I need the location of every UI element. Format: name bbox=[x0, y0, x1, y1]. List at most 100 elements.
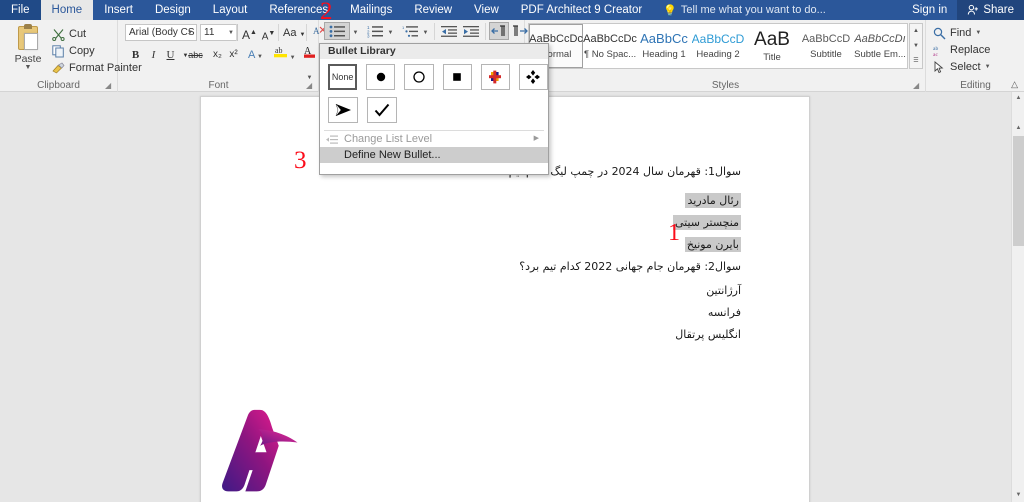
collapse-ribbon-icon[interactable]: △ bbox=[1011, 79, 1018, 90]
superscript-button[interactable]: x² bbox=[225, 46, 242, 64]
style-subtitle[interactable]: AaBbCcD Subtitle bbox=[799, 24, 853, 68]
scroll-down-icon[interactable]: ▼ bbox=[1012, 489, 1024, 502]
style-title-name: Title bbox=[763, 51, 781, 63]
multilevel-list-button[interactable]: 1 bbox=[399, 22, 421, 40]
numbering-button[interactable]: 1 2 3 bbox=[364, 22, 386, 40]
brand-logo bbox=[222, 409, 298, 492]
grow-font-button[interactable]: A▲ bbox=[241, 24, 258, 42]
font-size-combobox[interactable]: 11 ▼ bbox=[200, 24, 238, 41]
sign-in-label: Sign in bbox=[912, 4, 948, 16]
underline-label: U bbox=[166, 49, 175, 61]
styles-scroll-up-icon[interactable]: ▲ bbox=[913, 24, 919, 39]
clipboard-group-label: Clipboard bbox=[37, 80, 80, 91]
text-highlight-button[interactable]: ab ▼ bbox=[274, 44, 296, 62]
tab-home-label: Home bbox=[51, 4, 83, 16]
style-no-spacing-name: ¶ No Spac... bbox=[584, 49, 636, 60]
bullet-library-dropdown[interactable]: Bullet Library None Change List Level ▶ … bbox=[319, 43, 549, 175]
doc-line-question-2[interactable]: سوال2: قهرمان جام جهانی 2022 کدام تیم بر… bbox=[519, 260, 741, 273]
clipboard-dialog-launcher[interactable]: ◢ bbox=[105, 81, 114, 90]
copy-icon bbox=[52, 44, 65, 58]
tab-layout[interactable]: Layout bbox=[202, 0, 259, 20]
bold-label: B bbox=[131, 49, 140, 61]
sign-in-button[interactable]: Sign in bbox=[902, 0, 957, 20]
doc-line-answer-1c[interactable]: بایرن مونیخ bbox=[684, 237, 741, 252]
bullet-option-four-diamonds[interactable] bbox=[518, 64, 548, 90]
bullet-option-filled-circle[interactable] bbox=[366, 64, 396, 90]
tab-home[interactable]: Home bbox=[40, 0, 94, 20]
ribbon-group-styles: AaBbCcDc Normal AaBbCcDc ¶ No Spac... Aa… bbox=[526, 20, 926, 92]
styles-gallery-scroll[interactable]: ▲ ▼ ☰ bbox=[909, 23, 923, 69]
find-button[interactable]: Find ▼ bbox=[933, 25, 981, 41]
increase-indent-button[interactable] bbox=[461, 22, 481, 40]
strikethrough-button[interactable]: abc bbox=[187, 46, 204, 64]
tab-view[interactable]: View bbox=[463, 0, 510, 20]
styles-dialog-launcher[interactable]: ◢ bbox=[913, 81, 922, 90]
subscript-button[interactable]: x₂ bbox=[209, 46, 226, 64]
bullet-option-pinwheel[interactable] bbox=[480, 64, 510, 90]
bullet-option-none[interactable]: None bbox=[328, 64, 358, 90]
vertical-scrollbar[interactable]: ▲ ▲ ▼ bbox=[1011, 92, 1024, 502]
tab-layout-label: Layout bbox=[212, 4, 248, 16]
font-name-combobox[interactable]: Arial (Body CS ▼ bbox=[125, 24, 197, 41]
font-name-caret[interactable]: ▼ bbox=[187, 30, 193, 36]
bullet-option-hollow-circle[interactable] bbox=[404, 64, 434, 90]
cursor-select-icon bbox=[933, 60, 946, 74]
doc-line-answer-2a[interactable]: آرژانتین bbox=[706, 284, 741, 297]
select-button[interactable]: Select ▼ bbox=[933, 59, 991, 75]
numbering-dropdown-caret[interactable]: ▼ bbox=[386, 24, 395, 42]
tab-review[interactable]: Review bbox=[403, 0, 463, 20]
replace-button[interactable]: ab ac Replace bbox=[933, 42, 990, 58]
tell-me-label: Tell me what you want to do... bbox=[680, 4, 826, 16]
change-list-level-menuitem[interactable]: Change List Level ▶ bbox=[320, 131, 548, 147]
tab-pdf-architect-9-creator[interactable]: PDF Architect 9 Creator bbox=[510, 0, 653, 20]
styles-gallery[interactable]: AaBbCcDc Normal AaBbCcDc ¶ No Spac... Aa… bbox=[528, 23, 908, 69]
multilevel-dropdown-caret[interactable]: ▼ bbox=[421, 24, 430, 42]
bold-button[interactable]: B bbox=[127, 46, 144, 64]
decrease-indent-button[interactable] bbox=[439, 22, 459, 40]
tab-insert[interactable]: Insert bbox=[93, 0, 144, 20]
bullet-option-arrow-head[interactable] bbox=[328, 97, 358, 123]
shrink-font-button[interactable]: A▼ bbox=[260, 25, 277, 43]
style-title[interactable]: AaB Title bbox=[745, 24, 799, 68]
annotation-3: 3 bbox=[294, 148, 307, 173]
right-to-left-button[interactable] bbox=[489, 22, 509, 40]
scroll-up-icon[interactable]: ▲ bbox=[1012, 122, 1024, 135]
cut-button[interactable]: Cut bbox=[52, 26, 86, 42]
text-effects-button[interactable]: A ▼ bbox=[247, 46, 264, 64]
change-case-button[interactable]: Aa ▼ bbox=[283, 24, 305, 42]
share-button[interactable]: Share bbox=[957, 0, 1024, 20]
paste-dropdown-caret[interactable]: ▼ bbox=[8, 64, 48, 71]
font-size-caret[interactable]: ▼ bbox=[228, 30, 234, 36]
paste-button[interactable]: Paste ▼ bbox=[8, 24, 48, 76]
font-color-button[interactable]: A ▼ bbox=[301, 44, 318, 81]
define-new-bullet-menuitem[interactable]: Define New Bullet... bbox=[320, 147, 548, 163]
tell-me-search[interactable]: 💡 Tell me what you want to do... bbox=[653, 0, 836, 20]
style-heading-2[interactable]: AaBbCcD Heading 2 bbox=[691, 24, 745, 68]
style-no-spacing[interactable]: AaBbCcDc ¶ No Spac... bbox=[583, 24, 637, 68]
styles-more-icon[interactable]: ☰ bbox=[913, 54, 918, 69]
style-subtle-emphasis[interactable]: AaBbCcDı Subtle Em... bbox=[853, 24, 907, 68]
bullet-option-check-mark[interactable] bbox=[367, 97, 397, 123]
filled-circle-icon bbox=[376, 72, 385, 82]
style-heading-1[interactable]: AaBbCc Heading 1 bbox=[637, 24, 691, 68]
italic-button[interactable]: I bbox=[145, 46, 162, 64]
paintbrush-icon bbox=[52, 62, 65, 75]
font-dialog-launcher[interactable]: ◢ bbox=[306, 81, 315, 90]
styles-scroll-down-icon[interactable]: ▼ bbox=[913, 39, 919, 54]
scrollbar-thumb[interactable] bbox=[1013, 136, 1024, 246]
style-subtle-emphasis-name: Subtle Em... bbox=[854, 49, 906, 60]
doc-line-answer-1a[interactable]: رئال مادرید bbox=[685, 193, 741, 208]
tab-design[interactable]: Design bbox=[144, 0, 202, 20]
svg-text:ac: ac bbox=[933, 52, 938, 57]
doc-line-answer-1b[interactable]: منچستر سیتی bbox=[672, 215, 741, 230]
doc-line-answer-2c[interactable]: انگلیس پرتقال bbox=[675, 328, 741, 341]
copy-button[interactable]: Copy bbox=[52, 43, 95, 59]
bullets-dropdown-caret[interactable]: ▼ bbox=[351, 24, 360, 42]
doc-line-answer-2b[interactable]: فرانسه bbox=[708, 306, 741, 319]
tab-mailings[interactable]: Mailings bbox=[339, 0, 403, 20]
tab-file[interactable]: File bbox=[0, 0, 41, 20]
style-heading-1-name: Heading 1 bbox=[642, 49, 686, 60]
replace-label: Replace bbox=[950, 44, 991, 56]
bullet-option-filled-square[interactable] bbox=[442, 64, 472, 90]
scroll-top-icon[interactable]: ▲ bbox=[1012, 92, 1024, 105]
